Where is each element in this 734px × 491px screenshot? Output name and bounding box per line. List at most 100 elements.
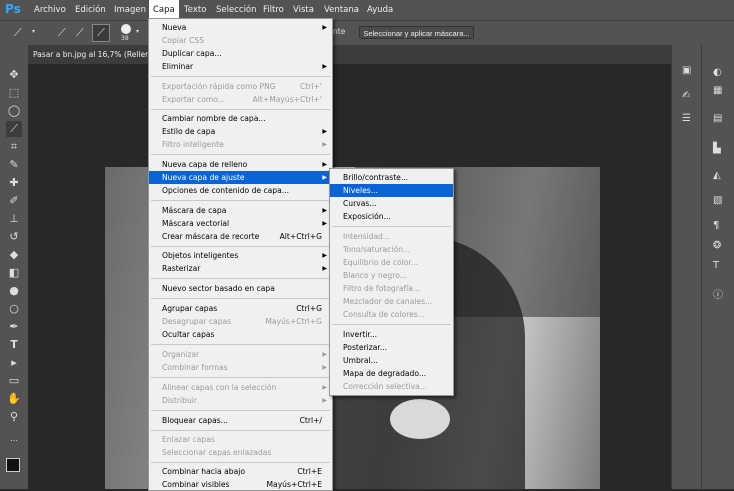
- menu-item-ocultar-capas[interactable]: Ocultar capas: [149, 328, 332, 341]
- quick-selection-tool-icon[interactable]: ⟋: [6, 121, 22, 137]
- menu-seleccion[interactable]: Selección: [216, 0, 257, 20]
- lasso-tool-icon[interactable]: ◯: [6, 103, 22, 119]
- info-panel-icon[interactable]: ⓘ: [713, 286, 723, 301]
- menu-capa[interactable]: Capa: [149, 0, 179, 20]
- swatches-panel-icon[interactable]: ▦: [713, 85, 722, 96]
- history-panel-icon[interactable]: ▣: [682, 65, 691, 76]
- submenu-item-invertir[interactable]: Invertir...: [330, 328, 453, 341]
- layers-panel-icon[interactable]: T: [713, 260, 719, 271]
- zoom-tool-icon[interactable]: ⚲: [6, 409, 22, 425]
- marquee-tool-icon[interactable]: ⬚: [6, 85, 22, 101]
- paint-bucket-tool-icon[interactable]: ◧: [6, 265, 22, 281]
- menu-item-organizar[interactable]: Organizar ▶: [149, 348, 332, 361]
- brush-preview-icon[interactable]: [121, 24, 131, 34]
- submenu-item-mapa-degradado[interactable]: Mapa de degradado...: [330, 367, 453, 380]
- menu-item-rasterizar[interactable]: Rasterizar ▶: [149, 262, 332, 275]
- add-to-selection-icon[interactable]: ⟋: [76, 26, 84, 40]
- menu-item-estilo-capa[interactable]: Estilo de capa ▶: [149, 125, 332, 138]
- histogram-panel-icon[interactable]: ▙: [713, 143, 721, 154]
- menu-item-combinar-formas[interactable]: Combinar formas ▶: [149, 361, 332, 374]
- channels-panel-icon[interactable]: ❂: [713, 240, 721, 251]
- menu-item-crear-mascara-recorte[interactable]: Crear máscara de recorte Alt+Ctrl+G: [149, 230, 332, 243]
- menu-item-nuevo-sector[interactable]: Nuevo sector basado en capa: [149, 282, 332, 295]
- libraries-panel-icon[interactable]: ▤: [713, 113, 722, 124]
- adjustments-panel-icon[interactable]: ◭: [713, 170, 721, 181]
- menu-item-copiar-css[interactable]: Copiar CSS: [149, 34, 332, 47]
- submenu-item-equilibrio-color[interactable]: Equilibrio de color...: [330, 256, 453, 269]
- menu-item-objetos-inteligentes[interactable]: Objetos inteligentes ▶: [149, 249, 332, 262]
- paragraph-panel-icon[interactable]: ¶: [713, 220, 719, 231]
- menu-archivo[interactable]: Archivo: [34, 0, 66, 20]
- menu-item-distribuir[interactable]: Distribuir ▶: [149, 394, 332, 407]
- blur-tool-icon[interactable]: ●: [6, 283, 22, 299]
- submenu-item-consulta-colores[interactable]: Consulta de colores...: [330, 308, 453, 321]
- menu-vista[interactable]: Vista: [293, 0, 314, 20]
- menu-item-nueva[interactable]: Nueva ▶: [149, 21, 332, 34]
- menu-item-bloquear-capas[interactable]: Bloquear capas... Ctrl+/: [149, 414, 332, 427]
- submenu-item-filtro-fotografia[interactable]: Filtro de fotografía...: [330, 282, 453, 295]
- menu-item-alinear-capas[interactable]: Alinear capas con la selección ▶: [149, 381, 332, 394]
- menu-item-duplicar-capa[interactable]: Duplicar capa...: [149, 47, 332, 60]
- more-tools-icon[interactable]: …: [6, 431, 22, 447]
- menu-item-eliminar[interactable]: Eliminar ▶: [149, 60, 332, 73]
- submenu-item-posterizar[interactable]: Posterizar...: [330, 341, 453, 354]
- menu-item-seleccionar-enlazadas[interactable]: Seleccionar capas enlazadas: [149, 446, 332, 459]
- subtract-from-selection-icon[interactable]: ⟋: [92, 24, 110, 42]
- submenu-item-exposicion[interactable]: Exposición...: [330, 210, 453, 223]
- new-selection-icon[interactable]: ⟋: [58, 26, 66, 40]
- styles-panel-icon[interactable]: ▧: [713, 195, 722, 206]
- submenu-item-umbral[interactable]: Umbral...: [330, 354, 453, 367]
- crop-tool-icon[interactable]: ⌗: [6, 139, 22, 155]
- hand-tool-icon[interactable]: ✋: [6, 391, 22, 407]
- select-and-mask-button[interactable]: Seleccionar y aplicar máscara...: [359, 26, 474, 39]
- submenu-item-mezclador-canales[interactable]: Mezclador de canales...: [330, 295, 453, 308]
- submenu-item-niveles[interactable]: Niveles...: [330, 184, 453, 197]
- eyedropper-tool-icon[interactable]: ✎: [6, 157, 22, 173]
- menu-filtro[interactable]: Filtro: [263, 0, 284, 20]
- clone-stamp-tool-icon[interactable]: ⊥: [6, 211, 22, 227]
- color-panel-icon[interactable]: ◐: [713, 67, 722, 78]
- brush-tool-icon[interactable]: ✐: [6, 193, 22, 209]
- menu-item-combinar-abajo[interactable]: Combinar hacia abajo Ctrl+E: [149, 465, 332, 478]
- menu-item-mascara-capa[interactable]: Máscara de capa ▶: [149, 204, 332, 217]
- submenu-item-brillo-contraste[interactable]: Brillo/contraste...: [330, 171, 453, 184]
- brush-settings-icon[interactable]: ✍: [682, 90, 690, 101]
- quick-selection-preset-icon[interactable]: ⟋: [14, 26, 22, 40]
- rectangle-tool-icon[interactable]: ▭: [6, 373, 22, 389]
- menu-item-desagrupar-capas[interactable]: Desagrupar capas Mayús+Ctrl+G: [149, 315, 332, 328]
- submenu-item-blanco-negro[interactable]: Blanco y negro...: [330, 269, 453, 282]
- dodge-tool-icon[interactable]: ○: [6, 301, 22, 317]
- adjustments-sliders-icon[interactable]: ☰: [682, 113, 691, 124]
- eraser-tool-icon[interactable]: ◆: [6, 247, 22, 263]
- menu-item-enlazar-capas[interactable]: Enlazar capas: [149, 433, 332, 446]
- chevron-down-icon[interactable]: ▾: [32, 28, 35, 35]
- document-tab[interactable]: Pasar a bn.jpg al 16,7% (Rellen: [33, 45, 150, 64]
- menu-ayuda[interactable]: Ayuda: [367, 0, 393, 20]
- menu-edicion[interactable]: Edición: [75, 0, 106, 20]
- move-tool-icon[interactable]: ✥: [6, 67, 22, 83]
- menu-item-filtro-inteligente[interactable]: Filtro inteligente ▶: [149, 138, 332, 151]
- menu-item-exportar-como[interactable]: Exportar como... Alt+Mayús+Ctrl+': [149, 93, 332, 106]
- menu-ventana[interactable]: Ventana: [324, 0, 359, 20]
- foreground-color-swatch[interactable]: [6, 458, 20, 472]
- type-tool-icon[interactable]: T: [6, 337, 22, 353]
- menu-item-cambiar-nombre[interactable]: Cambiar nombre de capa...: [149, 112, 332, 125]
- menu-item-nueva-capa-relleno[interactable]: Nueva capa de relleno ▶: [149, 158, 332, 171]
- submenu-item-intensidad[interactable]: Intensidad...: [330, 230, 453, 243]
- menu-item-agrupar-capas[interactable]: Agrupar capas Ctrl+G: [149, 302, 332, 315]
- menu-imagen[interactable]: Imagen: [114, 0, 146, 20]
- menu-item-combinar-visibles[interactable]: Combinar visibles Mayús+Ctrl+E: [149, 478, 332, 491]
- menu-item-exportacion-rapida[interactable]: Exportación rápida como PNG Ctrl+': [149, 80, 332, 93]
- menu-item-opciones-contenido[interactable]: Opciones de contenido de capa...: [149, 184, 332, 197]
- menu-item-nueva-capa-ajuste[interactable]: Nueva capa de ajuste ▶: [149, 171, 332, 184]
- submenu-item-curvas[interactable]: Curvas...: [330, 197, 453, 210]
- menu-item-mascara-vectorial[interactable]: Máscara vectorial ▶: [149, 217, 332, 230]
- history-brush-tool-icon[interactable]: ↺: [6, 229, 22, 245]
- healing-brush-tool-icon[interactable]: ✚: [6, 175, 22, 191]
- path-selection-tool-icon[interactable]: ▸: [6, 355, 22, 371]
- submenu-item-correccion-selectiva[interactable]: Corrección selectiva...: [330, 380, 453, 393]
- submenu-item-tono-saturacion[interactable]: Tono/saturación...: [330, 243, 453, 256]
- pen-tool-icon[interactable]: ✒: [6, 319, 22, 335]
- chevron-down-icon[interactable]: ▾: [136, 28, 139, 35]
- menu-texto[interactable]: Texto: [184, 0, 206, 20]
